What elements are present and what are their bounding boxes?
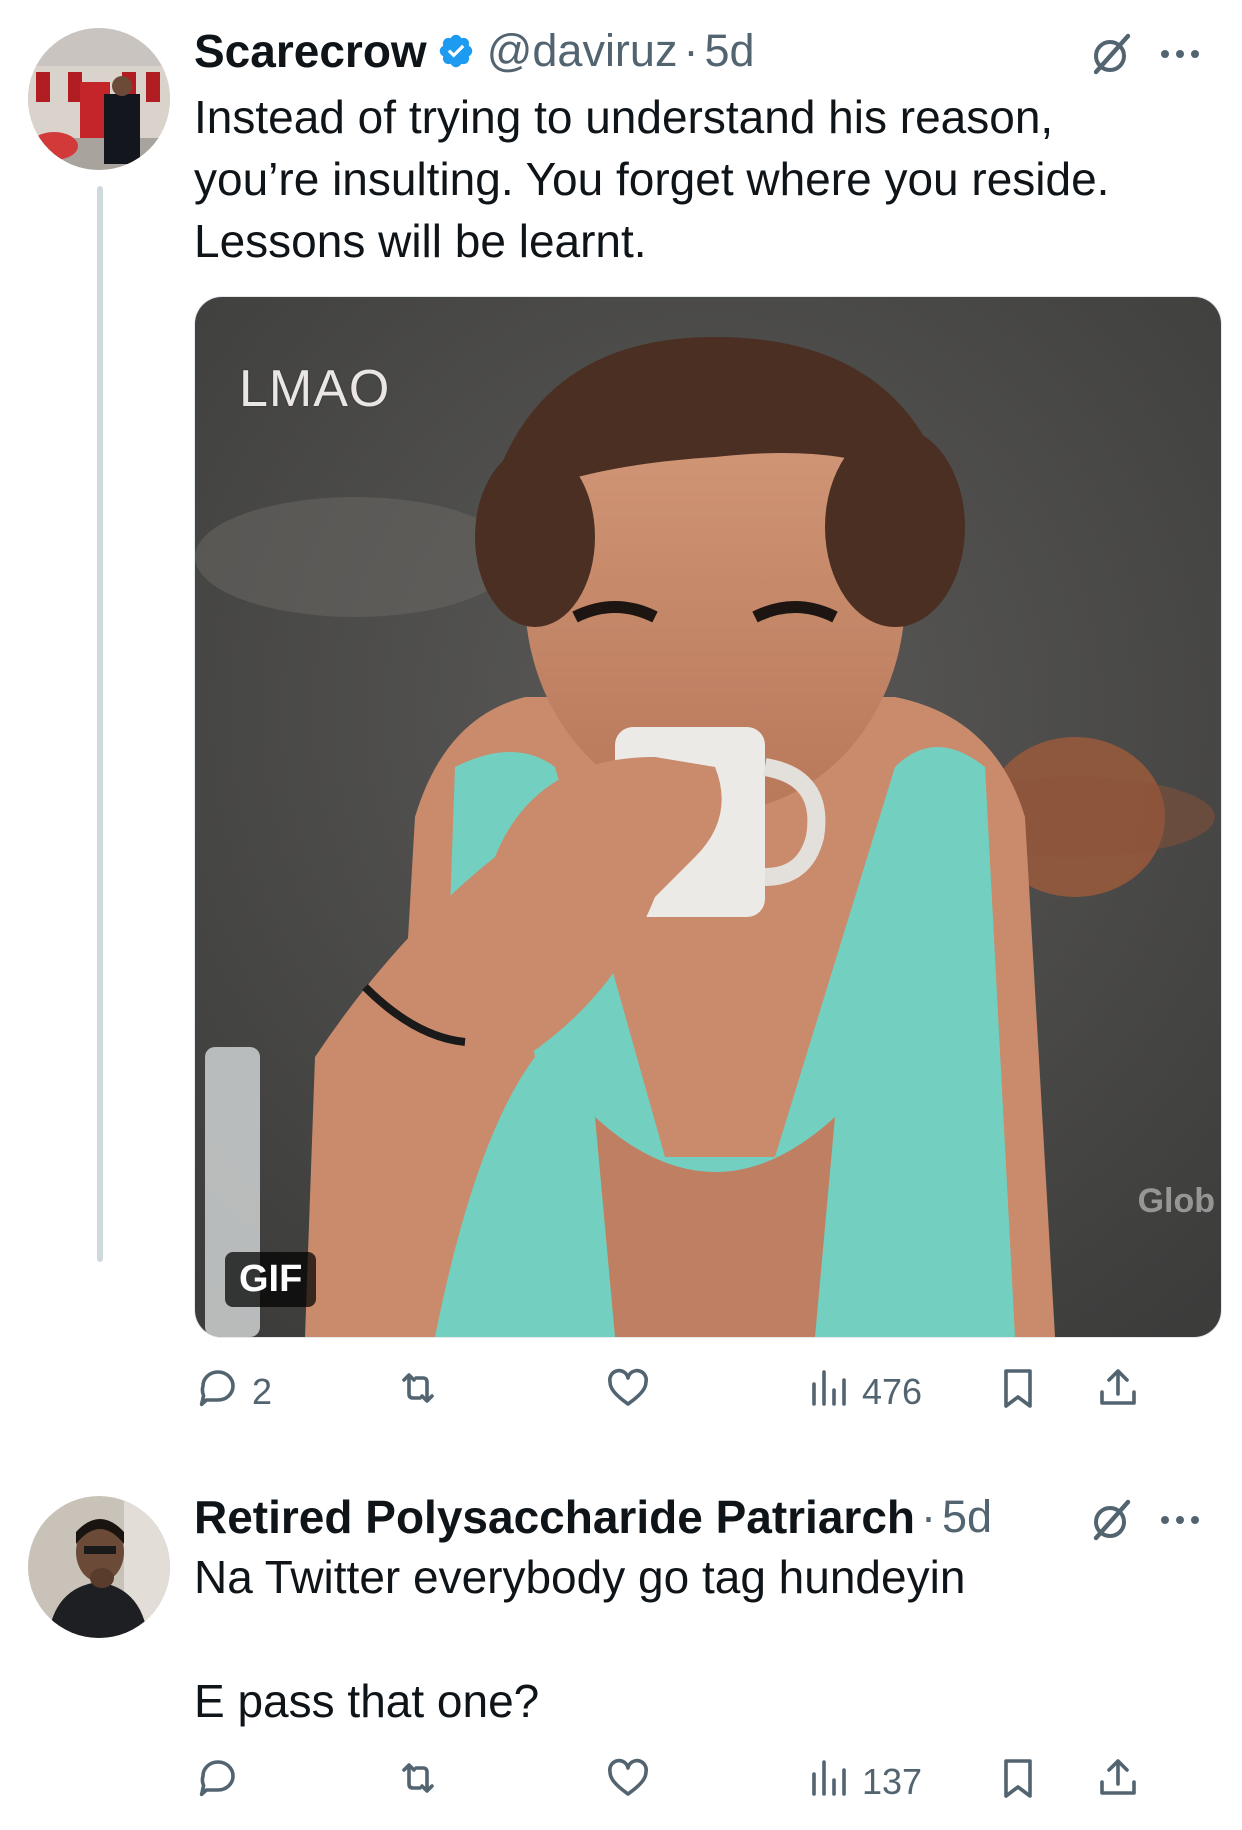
share-icon bbox=[1094, 1364, 1142, 1421]
bookmark-icon bbox=[994, 1364, 1042, 1421]
views-button[interactable]: 476 bbox=[804, 1364, 994, 1421]
tweet-header: Scarecrow @daviruz · 5d bbox=[194, 24, 755, 78]
tweet-text: Na Twitter everybody go tag hundeyin E p… bbox=[194, 1551, 966, 1727]
verified-badge-icon bbox=[437, 32, 475, 70]
reply-count: 2 bbox=[252, 1371, 273, 1412]
retweet-button[interactable] bbox=[394, 1364, 604, 1421]
tweet-header-actions bbox=[1088, 30, 1202, 78]
more-icon[interactable] bbox=[1158, 1513, 1202, 1527]
tweet-actions: 137 bbox=[194, 1752, 1220, 1812]
share-button[interactable] bbox=[1094, 1364, 1154, 1421]
like-icon bbox=[604, 1364, 652, 1421]
thread-line bbox=[97, 186, 103, 1262]
bookmark-icon bbox=[994, 1754, 1042, 1811]
gif-badge: GIF bbox=[225, 1252, 317, 1307]
like-button[interactable] bbox=[604, 1364, 804, 1421]
retweet-icon bbox=[394, 1754, 442, 1811]
display-name[interactable]: Retired Polysaccharide Patriarch bbox=[194, 1490, 915, 1544]
reply-button[interactable]: 2 bbox=[194, 1364, 394, 1421]
tweet-text: Instead of trying to understand his reas… bbox=[194, 91, 1110, 267]
timestamp[interactable]: 5d bbox=[942, 1491, 992, 1543]
reply-button[interactable] bbox=[194, 1754, 394, 1811]
avatar-retired-polysaccharide-patriarch[interactable] bbox=[28, 1496, 170, 1638]
views-button[interactable]: 137 bbox=[804, 1754, 994, 1811]
avatar-scarecrow[interactable] bbox=[28, 28, 170, 170]
gif-overlay-text: LMAO bbox=[239, 360, 391, 418]
retweet-button[interactable] bbox=[394, 1754, 604, 1811]
views-icon bbox=[804, 1364, 852, 1421]
reply-icon bbox=[194, 1754, 242, 1811]
grok-icon[interactable] bbox=[1088, 1496, 1136, 1544]
timestamp[interactable]: 5d bbox=[704, 25, 754, 77]
tweet-actions: 2 476 bbox=[194, 1362, 1220, 1422]
bookmark-button[interactable] bbox=[994, 1364, 1094, 1421]
gif-watermark: Glob bbox=[1137, 1182, 1215, 1220]
share-button[interactable] bbox=[1094, 1754, 1154, 1811]
tweet-media-gif[interactable]: LMAO Glob GIF bbox=[194, 296, 1222, 1338]
like-button[interactable] bbox=[604, 1754, 804, 1811]
views-count: 476 bbox=[862, 1371, 923, 1412]
reply-icon bbox=[194, 1364, 242, 1421]
display-name[interactable]: Scarecrow bbox=[194, 24, 427, 78]
share-icon bbox=[1094, 1754, 1142, 1811]
like-icon bbox=[604, 1754, 652, 1811]
separator: · bbox=[921, 1491, 936, 1542]
separator: · bbox=[683, 25, 699, 76]
views-count: 137 bbox=[862, 1761, 923, 1802]
more-icon[interactable] bbox=[1158, 47, 1202, 61]
bookmark-button[interactable] bbox=[994, 1754, 1094, 1811]
tweet-header-actions bbox=[1088, 1496, 1202, 1544]
grok-icon[interactable] bbox=[1088, 30, 1136, 78]
retweet-icon bbox=[394, 1364, 442, 1421]
handle[interactable]: @daviruz bbox=[487, 25, 678, 77]
tweet-header: Retired Polysaccharide Patriarch · 5d bbox=[194, 1490, 992, 1544]
views-icon bbox=[804, 1754, 852, 1811]
